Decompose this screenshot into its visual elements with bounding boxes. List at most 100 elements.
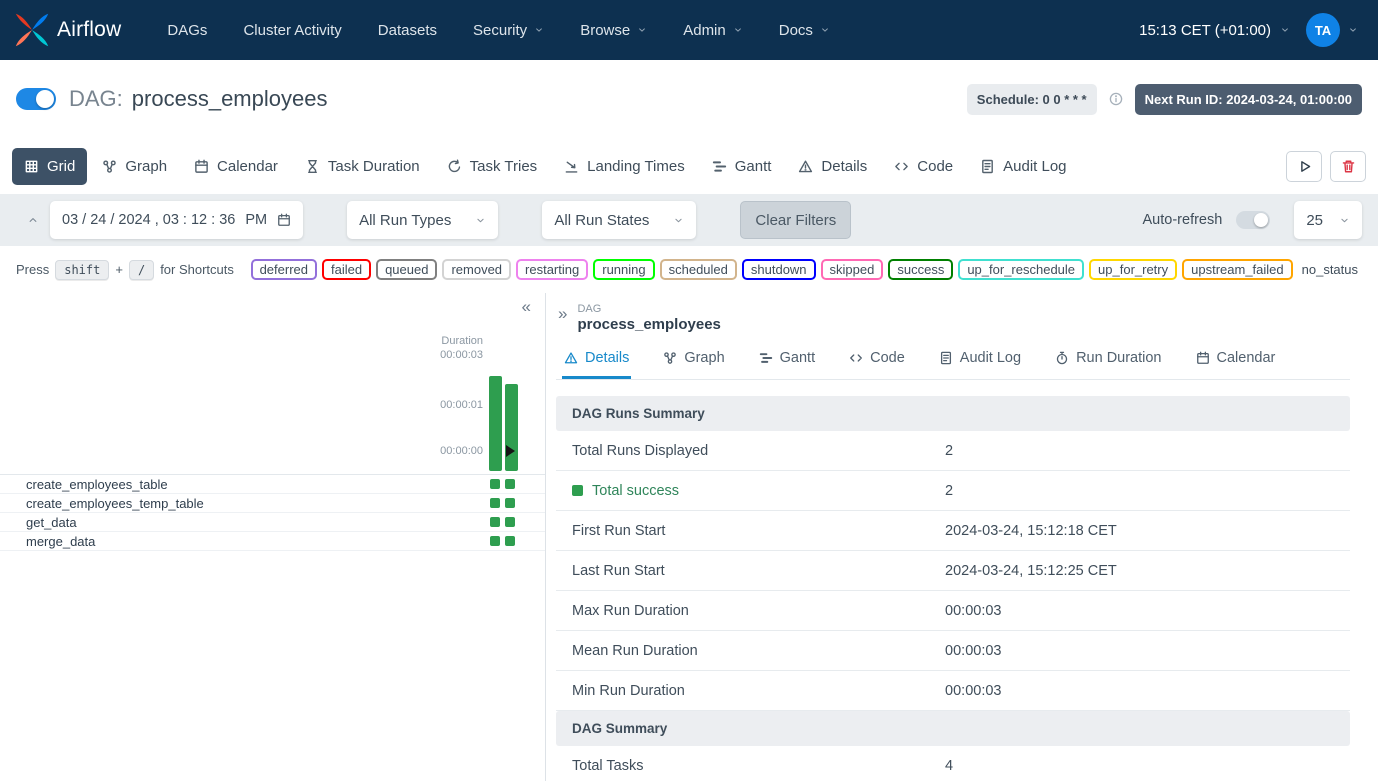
trash-icon xyxy=(1341,159,1356,174)
dag-pause-toggle[interactable] xyxy=(16,88,56,110)
gantt-icon xyxy=(759,351,773,365)
tab-calendar[interactable]: Calendar xyxy=(182,148,290,185)
run-states-select[interactable]: All Run States xyxy=(542,201,696,239)
nav-security[interactable]: Security xyxy=(473,22,544,39)
task-list: create_employees_table create_employees_… xyxy=(0,474,545,551)
task-name[interactable]: get_data xyxy=(26,515,77,530)
nav-admin[interactable]: Admin xyxy=(683,22,743,39)
row-value: 00:00:03 xyxy=(945,643,1350,659)
timezone-dropdown[interactable]: 15:13 CET (+01:00) xyxy=(1139,22,1290,39)
legend-no-status[interactable]: no_status xyxy=(1298,261,1362,278)
legend-restarting[interactable]: restarting xyxy=(516,259,588,280)
clock-text: 15:13 CET (+01:00) xyxy=(1139,22,1271,39)
chevron-down-icon xyxy=(673,215,684,226)
expand-details-icon[interactable]: » xyxy=(558,304,567,324)
run-duration-chart: Duration 00:00:03 00:00:01 00:00:00 xyxy=(0,293,545,474)
task-instance-square[interactable] xyxy=(505,479,515,489)
nav-docs[interactable]: Docs xyxy=(779,22,830,39)
task-row: create_employees_temp_table xyxy=(0,494,545,513)
tab-gantt[interactable]: Gantt xyxy=(700,148,784,185)
row-label: Min Run Duration xyxy=(556,683,945,699)
tab-task-duration[interactable]: Task Duration xyxy=(293,148,432,185)
task-name[interactable]: merge_data xyxy=(26,534,95,549)
play-icon xyxy=(1297,159,1312,174)
task-name[interactable]: create_employees_table xyxy=(26,477,168,492)
task-instance-square[interactable] xyxy=(505,498,515,508)
legend-skipped[interactable]: skipped xyxy=(821,259,884,280)
schedule-badge[interactable]: Schedule: 0 0 * * * xyxy=(967,84,1097,115)
grid-icon xyxy=(24,159,39,174)
legend-queued[interactable]: queued xyxy=(376,259,437,280)
chevron-down-icon xyxy=(820,25,830,35)
task-instance-square[interactable] xyxy=(505,536,515,546)
page-size-select[interactable]: 25 xyxy=(1294,201,1362,239)
nav-links: DAGs Cluster Activity Datasets Security … xyxy=(167,22,830,39)
table-row: First Run Start 2024-03-24, 15:12:18 CET xyxy=(556,511,1350,551)
header-badges: Schedule: 0 0 * * * Next Run ID: 2024-03… xyxy=(967,84,1362,115)
clear-filters-button[interactable]: Clear Filters xyxy=(740,201,851,239)
legend-success[interactable]: success xyxy=(888,259,953,280)
task-name[interactable]: create_employees_temp_table xyxy=(26,496,204,511)
row-value: 2 xyxy=(945,483,1350,499)
row-label: Mean Run Duration xyxy=(556,643,945,659)
legend-removed[interactable]: removed xyxy=(442,259,511,280)
task-instance-square[interactable] xyxy=(490,498,500,508)
dag-run-bar[interactable] xyxy=(505,384,518,471)
avatar[interactable]: TA xyxy=(1306,13,1340,47)
base-date-input[interactable]: 03 / 24 / 2024 , 03 : 12 : 36 PM xyxy=(50,201,303,239)
task-row: get_data xyxy=(0,513,545,532)
total-success-link[interactable]: Total success xyxy=(592,483,679,499)
tab-grid[interactable]: Grid xyxy=(12,148,87,185)
tab-landing-times[interactable]: Landing Times xyxy=(552,148,697,185)
table-row: Min Run Duration 00:00:03 xyxy=(556,671,1350,711)
panel-tab-code[interactable]: Code xyxy=(847,344,907,379)
legend-shutdown[interactable]: shutdown xyxy=(742,259,816,280)
auto-refresh-toggle[interactable] xyxy=(1236,211,1270,229)
legend-failed[interactable]: failed xyxy=(322,259,371,280)
panel-tab-details[interactable]: Details xyxy=(562,344,631,379)
user-menu[interactable]: TA xyxy=(1306,13,1358,47)
row-label: Total Runs Displayed xyxy=(556,443,945,459)
panel-tab-graph[interactable]: Graph xyxy=(661,344,726,379)
trigger-dag-button[interactable] xyxy=(1286,151,1322,182)
legend-upstream-failed[interactable]: upstream_failed xyxy=(1182,259,1293,280)
collapse-filters-icon[interactable] xyxy=(16,214,50,226)
legend-up-for-retry[interactable]: up_for_retry xyxy=(1089,259,1177,280)
tab-code[interactable]: Code xyxy=(882,148,965,185)
nav-datasets[interactable]: Datasets xyxy=(378,22,437,39)
task-instance-square[interactable] xyxy=(490,479,500,489)
dag-run-bar[interactable] xyxy=(489,376,502,471)
panel-tab-calendar[interactable]: Calendar xyxy=(1194,344,1278,379)
row-value: 2 xyxy=(945,443,1350,459)
tab-graph[interactable]: Graph xyxy=(90,148,179,185)
panel-tab-run-duration[interactable]: Run Duration xyxy=(1053,344,1163,379)
details-panel: » DAG process_employees Details Graph Ga… xyxy=(545,293,1378,781)
legend-deferred[interactable]: deferred xyxy=(251,259,317,280)
legend-up-for-reschedule[interactable]: up_for_reschedule xyxy=(958,259,1084,280)
task-instance-square[interactable] xyxy=(490,536,500,546)
task-instance-square[interactable] xyxy=(505,517,515,527)
table-row: Total Tasks 4 xyxy=(556,746,1350,781)
nav-cluster-activity[interactable]: Cluster Activity xyxy=(243,22,341,39)
table-row: Total Runs Displayed 2 xyxy=(556,431,1350,471)
airflow-brand[interactable]: Airflow xyxy=(14,12,121,48)
chevron-down-icon xyxy=(1280,25,1290,35)
task-row: merge_data xyxy=(0,532,545,551)
meridiem-value: PM xyxy=(245,212,267,228)
panel-tab-gantt[interactable]: Gantt xyxy=(757,344,817,379)
details-panel-header: » DAG process_employees xyxy=(556,303,1350,333)
delete-dag-button[interactable] xyxy=(1330,151,1366,182)
task-instance-square[interactable] xyxy=(490,517,500,527)
legend-running[interactable]: running xyxy=(593,259,654,280)
nav-dags[interactable]: DAGs xyxy=(167,22,207,39)
tab-audit-log[interactable]: Audit Log xyxy=(968,148,1078,185)
run-types-select[interactable]: All Run Types xyxy=(347,201,498,239)
chevron-down-icon xyxy=(733,25,743,35)
dag-header: DAG: process_employees Schedule: 0 0 * *… xyxy=(0,60,1378,138)
panel-tab-audit-log[interactable]: Audit Log xyxy=(937,344,1023,379)
tab-details[interactable]: Details xyxy=(786,148,879,185)
nav-browse[interactable]: Browse xyxy=(580,22,647,39)
tab-task-tries[interactable]: Task Tries xyxy=(435,148,550,185)
dag-label: DAG: xyxy=(69,86,123,112)
legend-scheduled[interactable]: scheduled xyxy=(660,259,737,280)
